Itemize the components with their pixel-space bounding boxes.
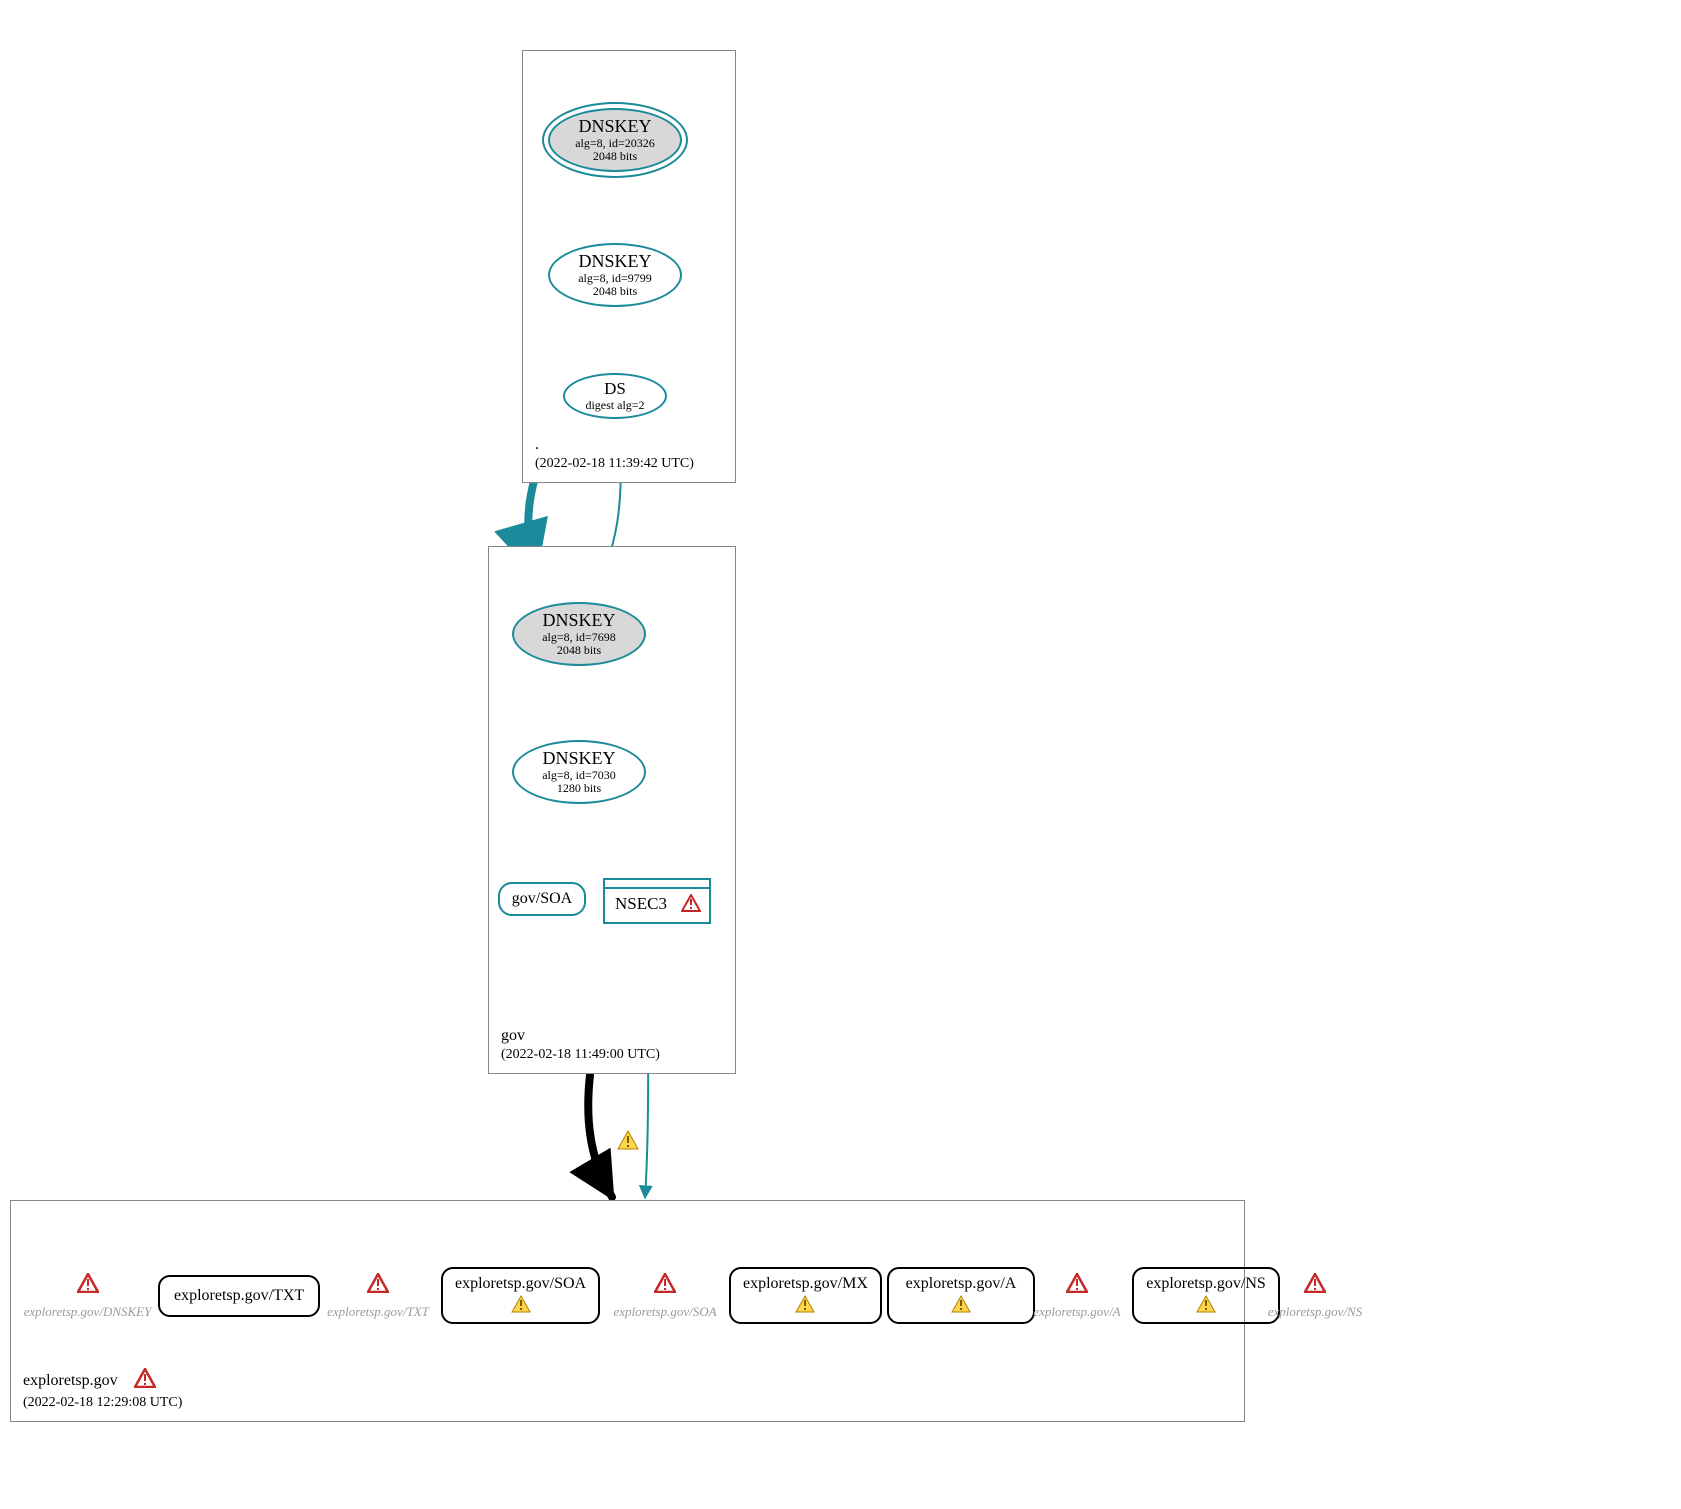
node-sub2: 2048 bits <box>557 644 601 657</box>
zone-gov-label: gov (2022-02-18 11:49:00 UTC) <box>501 1026 660 1064</box>
node-gov-zsk: DNSKEY alg=8, id=7030 1280 bits <box>512 740 646 804</box>
leaf-label: exploretsp.gov/DNSKEY <box>20 1304 155 1320</box>
node-root-ksk: DNSKEY alg=8, id=20326 2048 bits <box>548 108 682 172</box>
error-icon <box>654 1273 676 1298</box>
node-title: DNSKEY <box>578 252 651 272</box>
dnssec-diagram: . (2022-02-18 11:39:42 UTC) DNSKEY alg=8… <box>0 0 1681 1509</box>
node-sub1: alg=8, id=9799 <box>578 272 652 285</box>
leaf-label: exploretsp.gov/NS <box>1146 1275 1266 1293</box>
zone-domain-name: exploretsp.gov <box>23 1372 118 1389</box>
error-icon <box>77 1273 99 1298</box>
node-sub2: 2048 bits <box>593 150 637 163</box>
node-title: DS <box>604 380 626 399</box>
zone-domain-label: exploretsp.gov (2022-02-18 12:29:08 UTC) <box>23 1368 182 1412</box>
leaf-label: exploretsp.gov/A <box>901 1275 1021 1293</box>
node-root-zsk: DNSKEY alg=8, id=9799 2048 bits <box>548 243 682 307</box>
node-sub1: digest alg=2 <box>585 399 644 412</box>
leaf-label: exploretsp.gov/NS <box>1260 1304 1370 1320</box>
zone-gov-name: gov <box>501 1026 660 1046</box>
leaf-a-gray: exploretsp.gov/A <box>1022 1273 1132 1320</box>
zone-root-timestamp: (2022-02-18 11:39:42 UTC) <box>535 455 694 473</box>
warning-icon <box>795 1295 815 1318</box>
node-gov-soa: gov/SOA <box>498 882 586 916</box>
warning-icon <box>511 1295 531 1318</box>
node-title: DNSKEY <box>578 117 651 137</box>
zone-root-label: . (2022-02-18 11:39:42 UTC) <box>535 435 694 473</box>
leaf-label: exploretsp.gov/SOA <box>605 1304 725 1320</box>
node-title: DNSKEY <box>542 611 615 631</box>
error-icon <box>681 894 701 917</box>
leaf-label: exploretsp.gov/TXT <box>174 1287 304 1305</box>
leaf-mx-boxed: exploretsp.gov/MX <box>729 1267 882 1324</box>
zone-domain-timestamp: (2022-02-18 12:29:08 UTC) <box>23 1394 182 1412</box>
node-sub1: alg=8, id=7030 <box>542 769 616 782</box>
warning-icon <box>1196 1295 1216 1318</box>
leaf-txt-boxed: exploretsp.gov/TXT <box>158 1275 320 1317</box>
node-title: DNSKEY <box>542 749 615 769</box>
leaf-soa-gray: exploretsp.gov/SOA <box>605 1273 725 1320</box>
leaf-a-boxed: exploretsp.gov/A <box>887 1267 1035 1324</box>
node-label: gov/SOA <box>512 890 572 908</box>
leaf-ns-boxed: exploretsp.gov/NS <box>1132 1267 1280 1324</box>
node-root-ds: DS digest alg=2 <box>563 373 667 419</box>
error-icon <box>1066 1273 1088 1298</box>
node-sub1: alg=8, id=7698 <box>542 631 616 644</box>
leaf-label: exploretsp.gov/MX <box>743 1275 868 1293</box>
nsec3-bar <box>605 887 709 889</box>
node-sub1: alg=8, id=20326 <box>575 137 655 150</box>
leaf-soa-boxed: exploretsp.gov/SOA <box>441 1267 600 1324</box>
leaf-dnskey-gray: exploretsp.gov/DNSKEY <box>20 1273 155 1320</box>
leaf-txt-gray: exploretsp.gov/TXT <box>318 1273 438 1320</box>
node-sub2: 1280 bits <box>557 782 601 795</box>
leaf-label: exploretsp.gov/TXT <box>318 1304 438 1320</box>
leaf-label: exploretsp.gov/A <box>1022 1304 1132 1320</box>
node-label: NSEC3 <box>615 894 667 914</box>
node-gov-ksk: DNSKEY alg=8, id=7698 2048 bits <box>512 602 646 666</box>
error-icon <box>134 1368 156 1394</box>
warning-icon <box>951 1295 971 1318</box>
leaf-label: exploretsp.gov/SOA <box>455 1275 586 1293</box>
leaf-ns-gray: exploretsp.gov/NS <box>1260 1273 1370 1320</box>
node-gov-nsec3: NSEC3 <box>603 878 711 924</box>
warning-icon <box>617 1130 639 1155</box>
zone-root-name: . <box>535 435 694 455</box>
node-sub2: 2048 bits <box>593 285 637 298</box>
zone-gov-timestamp: (2022-02-18 11:49:00 UTC) <box>501 1046 660 1064</box>
error-icon <box>1304 1273 1326 1298</box>
error-icon <box>367 1273 389 1298</box>
